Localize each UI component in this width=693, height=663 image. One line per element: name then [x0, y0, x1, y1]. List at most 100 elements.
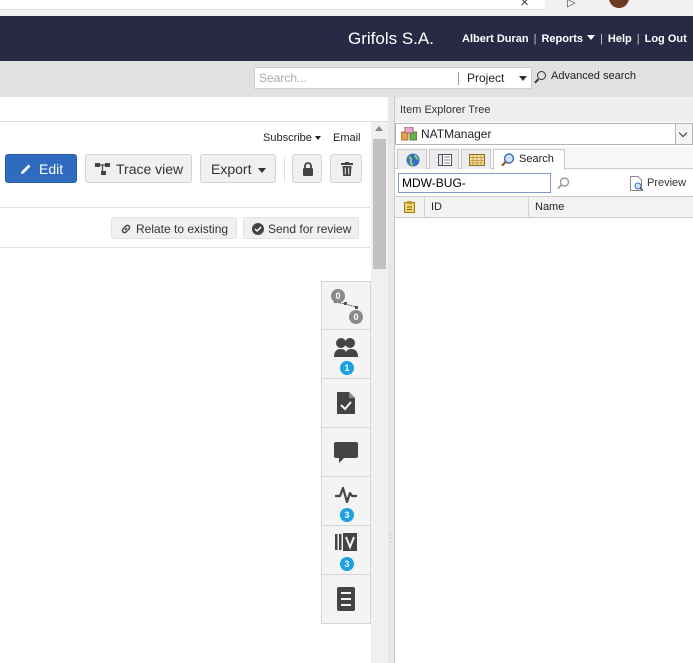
advanced-search-label: Advanced search	[551, 70, 636, 82]
scroll-up-arrow-icon[interactable]	[375, 126, 383, 131]
activity-widget-button[interactable]: 3	[322, 478, 370, 526]
activity-count-badge: 3	[340, 508, 354, 522]
tab-list[interactable]	[429, 149, 459, 169]
relationship-count-badge: 0	[331, 289, 345, 303]
side-widget-rail: 0 0 1 3 3	[321, 281, 371, 624]
item-type-icon	[404, 201, 415, 213]
chevron-down-icon	[258, 168, 266, 173]
preview-label: Preview	[647, 177, 687, 189]
tab-tree[interactable]	[397, 149, 427, 169]
delete-button[interactable]	[330, 154, 362, 183]
document-check-icon	[337, 392, 355, 414]
grid-calendar-icon	[469, 154, 485, 166]
logout-link[interactable]: Log Out	[645, 33, 687, 45]
play-icon[interactable]: ▷	[567, 0, 575, 9]
search-tab-label: Search	[519, 153, 554, 165]
help-link[interactable]: Help	[608, 33, 632, 45]
search-icon[interactable]	[557, 177, 570, 190]
results-grid-header: ID Name	[395, 196, 693, 218]
trash-icon	[341, 162, 353, 176]
explorer-tabs: Search	[395, 147, 693, 170]
trace-view-label: Trace view	[116, 161, 184, 177]
browser-profile-avatar[interactable]	[609, 0, 629, 8]
nav-separator: |	[636, 33, 640, 45]
chevron-down-icon	[314, 136, 321, 140]
main-vertical-scrollbar[interactable]	[371, 122, 388, 663]
link-icon	[121, 224, 131, 234]
versions-icon	[335, 533, 357, 551]
item-header-strip	[0, 97, 390, 122]
relationships-widget-button[interactable]: 0 0	[322, 282, 370, 330]
trace-view-button[interactable]: Trace view	[85, 154, 192, 183]
search-input[interactable]	[259, 71, 454, 85]
edit-label: Edit	[39, 161, 64, 177]
relate-to-existing-button[interactable]: Relate to existing	[111, 217, 237, 239]
splitter-grip-icon[interactable]: · · ·	[389, 531, 392, 547]
list-document-icon	[337, 587, 355, 611]
column-header-name[interactable]: Name	[529, 197, 693, 217]
tab-search[interactable]: Search	[493, 149, 565, 170]
global-search-bar: Project Advanced search	[0, 61, 693, 97]
subscribe-menu[interactable]: Subscribe	[263, 132, 321, 144]
app-header: Grifols S.A. Albert Duran | Reports | Help | L…	[0, 16, 693, 61]
lock-button[interactable]	[292, 154, 322, 183]
explorer-title: Item Explorer Tree	[400, 104, 491, 116]
details-widget-button[interactable]	[322, 576, 370, 624]
versions-widget-button[interactable]: 3	[322, 527, 370, 575]
search-icon	[501, 153, 515, 167]
column-header-type[interactable]	[395, 197, 425, 217]
relate-label: Relate to existing	[136, 222, 229, 236]
explorer-title-bar: Item Explorer Tree	[395, 97, 693, 122]
item-explorer-panel: Item Explorer Tree NATManager Search MDW…	[394, 97, 693, 663]
comment-icon	[334, 442, 358, 463]
email-link[interactable]: Email	[333, 132, 361, 144]
column-name-label: Name	[535, 201, 565, 213]
tab-calendar[interactable]	[461, 149, 491, 169]
pencil-icon	[21, 164, 31, 174]
scrollbar-thumb[interactable]	[373, 139, 386, 269]
chevron-down-icon[interactable]	[519, 76, 527, 81]
browser-toolbar: ✕ ▷	[0, 0, 693, 16]
browser-address-bar[interactable]	[0, 0, 545, 10]
user-name-link[interactable]: Albert Duran	[462, 33, 529, 45]
divider	[0, 247, 370, 248]
globe-icon	[406, 153, 420, 167]
send-review-label: Send for review	[268, 222, 352, 236]
advanced-search-link[interactable]: Advanced search	[537, 70, 636, 82]
review-widget-button[interactable]	[322, 380, 370, 428]
project-icon	[401, 127, 417, 141]
reports-menu[interactable]: Reports	[541, 33, 596, 45]
toolbar-divider	[284, 157, 285, 181]
search-icon	[537, 71, 546, 80]
reports-label: Reports	[541, 33, 584, 45]
subscribe-label: Subscribe	[263, 132, 312, 144]
user-nav: Albert Duran | Reports | Help | Log Out	[462, 33, 687, 45]
chevron-down-icon	[678, 128, 688, 138]
extension-icon[interactable]: ✕	[520, 0, 529, 9]
export-label: Export	[211, 161, 252, 177]
scope-divider	[458, 72, 459, 85]
collaborators-widget-button[interactable]: 1	[322, 331, 370, 379]
export-button[interactable]: Export	[200, 154, 276, 183]
search-box: Project	[254, 67, 532, 89]
lock-icon	[303, 162, 313, 176]
explorer-search-input[interactable]	[398, 173, 551, 193]
divider	[0, 207, 370, 208]
search-scope-select[interactable]: Project	[467, 71, 504, 85]
nav-separator: |	[600, 33, 603, 45]
check-circle-icon	[252, 223, 264, 235]
send-for-review-button[interactable]: Send for review	[243, 217, 359, 239]
nav-separator: |	[533, 33, 537, 45]
collaborators-count-badge: 1	[340, 361, 354, 375]
project-name: NATManager	[421, 127, 492, 141]
project-select[interactable]: NATManager	[395, 123, 693, 145]
list-icon	[438, 154, 452, 166]
chevron-down-icon	[587, 35, 596, 40]
relationship-count-badge: 0	[349, 310, 363, 324]
comments-widget-button[interactable]	[322, 429, 370, 477]
column-header-id[interactable]: ID	[425, 197, 529, 217]
project-dropdown-button[interactable]	[675, 124, 692, 144]
app-root: ✕ ▷ Grifols S.A. Albert Duran | Reports | He…	[0, 0, 693, 663]
edit-button[interactable]: Edit	[5, 154, 77, 183]
column-id-label: ID	[431, 201, 442, 213]
